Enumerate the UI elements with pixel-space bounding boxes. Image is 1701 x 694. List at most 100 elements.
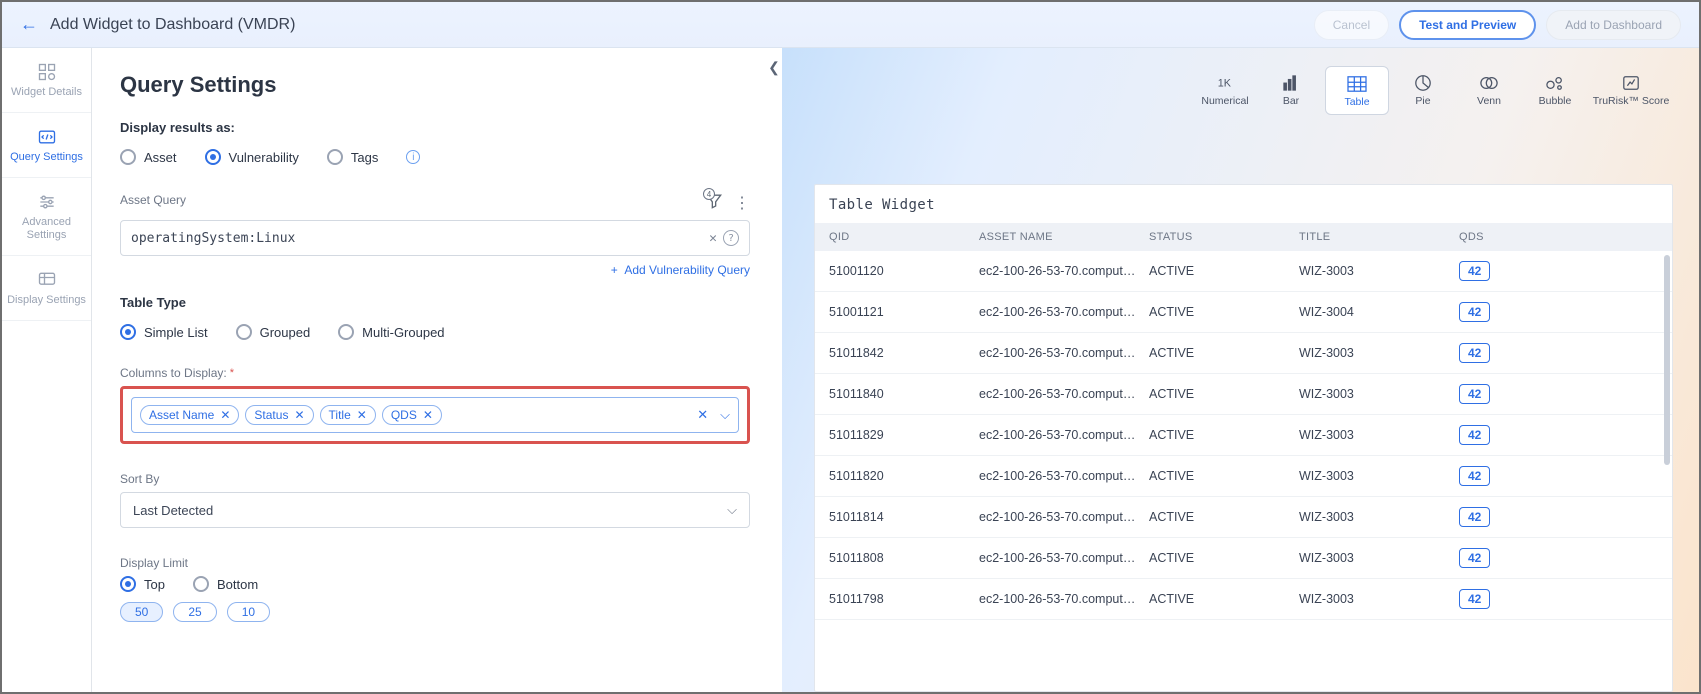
cell-asset: ec2-100-26-53-70.comput…: [979, 305, 1149, 319]
th-title: TITLE: [1299, 231, 1459, 243]
cell-status: ACTIVE: [1149, 305, 1299, 319]
cell-asset: ec2-100-26-53-70.comput…: [979, 428, 1149, 442]
cell-asset: ec2-100-26-53-70.comput…: [979, 510, 1149, 524]
chart-type-numerical[interactable]: 1K Numerical: [1193, 66, 1257, 115]
step-label: Query Settings: [6, 151, 87, 165]
cell-qid: 51001120: [829, 264, 979, 278]
radio-label: Bottom: [217, 577, 258, 592]
radio-label: Vulnerability: [229, 150, 299, 165]
columns-multiselect[interactable]: Asset Name✕ Status✕ Title✕ QDS✕ ✕ ⌵: [131, 397, 739, 433]
asset-query-input[interactable]: operatingSystem:Linux ✕ ?: [120, 220, 750, 256]
radio-top[interactable]: Top: [120, 576, 165, 592]
info-icon[interactable]: i: [406, 150, 420, 164]
cell-asset: ec2-100-26-53-70.comput…: [979, 469, 1149, 483]
display-settings-icon: [36, 270, 58, 290]
trurisk-icon: [1620, 74, 1642, 92]
clear-query-icon[interactable]: ✕: [709, 231, 717, 246]
th-asset: ASSET NAME: [979, 231, 1149, 243]
columns-to-display-highlight: Asset Name✕ Status✕ Title✕ QDS✕ ✕ ⌵: [120, 386, 750, 444]
dialog-header: ← Add Widget to Dashboard (VMDR) Cancel …: [2, 2, 1699, 48]
cell-status: ACTIVE: [1149, 469, 1299, 483]
cell-asset: ec2-100-26-53-70.comput…: [979, 264, 1149, 278]
chart-type-trurisk[interactable]: TruRisk™ Score: [1589, 66, 1673, 115]
radio-tags[interactable]: Tags: [327, 149, 378, 165]
step-label: Widget Details: [6, 86, 87, 100]
table-row[interactable]: 51011820ec2-100-26-53-70.comput…ACTIVEWI…: [815, 456, 1672, 497]
cell-title: WIZ-3003: [1299, 592, 1459, 606]
table-row[interactable]: 51001120ec2-100-26-53-70.comput…ACTIVEWI…: [815, 251, 1672, 292]
radio-label: Tags: [351, 150, 378, 165]
cell-title: WIZ-3004: [1299, 305, 1459, 319]
add-to-dashboard-button[interactable]: Add to Dashboard: [1546, 10, 1681, 40]
columns-dropdown-icon[interactable]: ⌵: [720, 407, 730, 423]
cell-qds: 42: [1459, 261, 1658, 281]
chart-type-table[interactable]: Table: [1325, 66, 1389, 115]
limit-10[interactable]: 10: [227, 602, 270, 622]
radio-label: Top: [144, 577, 165, 592]
query-menu-icon[interactable]: ⋮: [734, 193, 750, 213]
table-row[interactable]: 51011814ec2-100-26-53-70.comput…ACTIVEWI…: [815, 497, 1672, 538]
cell-qds: 42: [1459, 507, 1658, 527]
step-label: Display Settings: [6, 294, 87, 308]
table-row[interactable]: 51011842ec2-100-26-53-70.comput…ACTIVEWI…: [815, 333, 1672, 374]
table-row[interactable]: 51011798ec2-100-26-53-70.comput…ACTIVEWI…: [815, 579, 1672, 620]
chart-type-bubble[interactable]: Bubble: [1523, 66, 1587, 115]
limit-50[interactable]: 50: [120, 602, 163, 622]
th-qds: QDS: [1459, 231, 1658, 243]
radio-simple-list[interactable]: Simple List: [120, 324, 208, 340]
sort-by-select[interactable]: Last Detected ⌵: [120, 492, 750, 528]
display-results-radios: Asset Vulnerability Tags i: [120, 149, 750, 165]
radio-vulnerability[interactable]: Vulnerability: [205, 149, 299, 165]
table-type-radios: Simple List Grouped Multi-Grouped: [120, 324, 750, 340]
cell-status: ACTIVE: [1149, 428, 1299, 442]
column-chip-title: Title✕: [320, 405, 376, 425]
limit-pills: 50 25 10: [120, 602, 750, 622]
radio-grouped[interactable]: Grouped: [236, 324, 311, 340]
chart-type-switcher: 1K Numerical Bar Table Pie Venn: [1193, 66, 1673, 115]
radio-multi-grouped[interactable]: Multi-Grouped: [338, 324, 444, 340]
th-status: STATUS: [1149, 231, 1299, 243]
limit-25[interactable]: 25: [173, 602, 216, 622]
cell-qid: 51011842: [829, 346, 979, 360]
remove-chip-icon[interactable]: ✕: [294, 408, 304, 422]
radio-bottom[interactable]: Bottom: [193, 576, 258, 592]
table-row[interactable]: 51011829ec2-100-26-53-70.comput…ACTIVEWI…: [815, 415, 1672, 456]
remove-chip-icon[interactable]: ✕: [423, 408, 433, 422]
columns-label: Columns to Display:*: [120, 366, 750, 380]
cell-status: ACTIVE: [1149, 510, 1299, 524]
cell-qid: 51011840: [829, 387, 979, 401]
cell-title: WIZ-3003: [1299, 387, 1459, 401]
remove-chip-icon[interactable]: ✕: [220, 408, 230, 422]
table-body[interactable]: 51001120ec2-100-26-53-70.comput…ACTIVEWI…: [815, 251, 1672, 620]
query-help-icon[interactable]: ?: [723, 230, 739, 246]
back-arrow-icon[interactable]: ←: [20, 14, 38, 35]
chart-type-pie[interactable]: Pie: [1391, 66, 1455, 115]
table-row[interactable]: 51011808ec2-100-26-53-70.comput…ACTIVEWI…: [815, 538, 1672, 579]
columns-clear-icon[interactable]: ✕: [697, 407, 708, 423]
bar-icon: [1280, 74, 1302, 92]
collapse-panel-icon[interactable]: ❮: [765, 56, 782, 78]
remove-chip-icon[interactable]: ✕: [357, 408, 367, 422]
table-row[interactable]: 51001121ec2-100-26-53-70.comput…ACTIVEWI…: [815, 292, 1672, 333]
cell-status: ACTIVE: [1149, 551, 1299, 565]
step-advanced-settings[interactable]: Advanced Settings: [2, 178, 91, 257]
column-chip-asset-name: Asset Name✕: [140, 405, 239, 425]
radio-asset[interactable]: Asset: [120, 149, 177, 165]
filter-count-badge: 4: [703, 188, 715, 200]
cell-qds: 42: [1459, 466, 1658, 486]
step-display-settings[interactable]: Display Settings: [2, 256, 91, 321]
chart-type-bar[interactable]: Bar: [1259, 66, 1323, 115]
pie-icon: [1412, 74, 1434, 92]
filter-icon[interactable]: 4: [704, 191, 724, 214]
wizard-steps: Widget Details Query Settings Advanced S…: [2, 48, 92, 692]
test-preview-button[interactable]: Test and Preview: [1399, 10, 1536, 40]
venn-icon: [1478, 74, 1500, 92]
widget-details-icon: [36, 62, 58, 82]
table-row[interactable]: 51011840ec2-100-26-53-70.comput…ACTIVEWI…: [815, 374, 1672, 415]
cell-qds: 42: [1459, 425, 1658, 445]
step-query-settings[interactable]: Query Settings: [2, 113, 91, 178]
add-vulnerability-query-link[interactable]: + Add Vulnerability Query: [611, 263, 750, 277]
cancel-button[interactable]: Cancel: [1314, 10, 1389, 40]
chart-type-venn[interactable]: Venn: [1457, 66, 1521, 115]
step-widget-details[interactable]: Widget Details: [2, 48, 91, 113]
